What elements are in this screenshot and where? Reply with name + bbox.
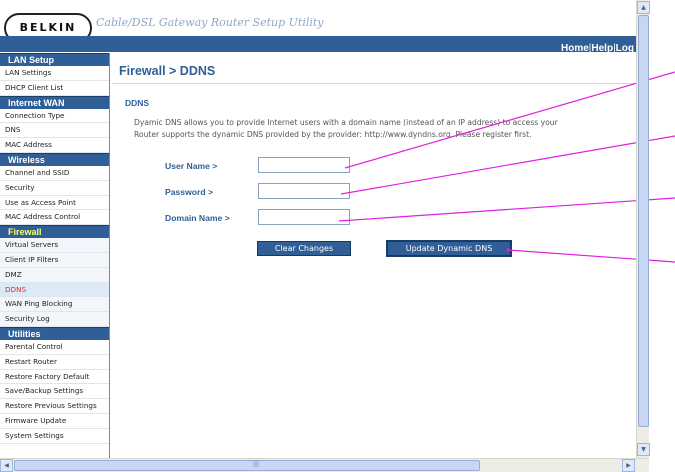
sidebar-item-restore-previous-settings[interactable]: Restore Previous Settings [0, 399, 109, 414]
horizontal-scroll-thumb[interactable] [14, 460, 480, 471]
scroll-up-arrow-icon[interactable]: ▲ [637, 1, 650, 14]
scroll-left-arrow-icon[interactable]: ◀ [0, 459, 13, 472]
scroll-down-arrow-icon[interactable]: ▼ [637, 443, 650, 456]
description-line: Dyamic DNS allows you to provide Interne… [134, 118, 558, 127]
section-heading: DDNS [125, 98, 150, 108]
sidebar-section-internet-wan[interactable]: Internet WAN [0, 95, 109, 109]
sidebar-item-firmware-update[interactable]: Firmware Update [0, 414, 109, 429]
password-input[interactable] [258, 183, 350, 199]
password-label: Password > [165, 187, 214, 197]
sidebar-item-system-settings[interactable]: System Settings [0, 429, 109, 444]
sidebar-item-ddns[interactable]: DDNS [0, 282, 109, 298]
vertical-scrollbar[interactable]: ▲ ▼ [636, 0, 650, 458]
sidebar: LAN Setup LAN Settings DHCP Client List … [0, 53, 110, 458]
sidebar-item-save-backup-settings[interactable]: Save/Backup Settings [0, 384, 109, 400]
sidebar-item-dmz[interactable]: DMZ [0, 267, 109, 283]
main-content: Firewall > DDNS DDNS Dyamic DNS allows y… [112, 53, 636, 458]
horizontal-scrollbar[interactable]: ◀ ||| ▶ [0, 458, 649, 472]
description-line: Router supports the dynamic DNS provided… [134, 129, 532, 139]
sidebar-item-mac-address-control[interactable]: MAC Address Control [0, 210, 109, 226]
page-title: Firewall > DDNS [119, 64, 216, 78]
username-input[interactable] [258, 157, 350, 173]
clear-changes-button[interactable]: Clear Changes [257, 241, 351, 256]
domain-name-label: Domain Name > [165, 213, 230, 223]
sidebar-item-connection-type[interactable]: Connection Type [0, 109, 109, 124]
sidebar-item-lan-settings[interactable]: LAN Settings [0, 66, 109, 81]
sidebar-section-lan-setup[interactable]: LAN Setup [0, 53, 109, 66]
sidebar-item-dns[interactable]: DNS [0, 123, 109, 139]
sidebar-item-restore-factory-default[interactable]: Restore Factory Default [0, 370, 109, 385]
domain-name-input[interactable] [258, 209, 350, 225]
sidebar-section-utilities[interactable]: Utilities [0, 326, 109, 340]
sidebar-item-security-log[interactable]: Security Log [0, 312, 109, 327]
sidebar-item-use-as-access-point[interactable]: Use as Access Point [0, 196, 109, 211]
vertical-scroll-thumb[interactable] [638, 15, 649, 427]
sidebar-item-wan-ping-blocking[interactable]: WAN Ping Blocking [0, 297, 109, 313]
app-title: Cable/DSL Gateway Router Setup Utility [96, 16, 324, 29]
ddns-description: Dyamic DNS allows you to provide Interne… [134, 117, 636, 140]
scroll-right-arrow-icon[interactable]: ▶ [622, 459, 635, 472]
sidebar-item-channel-and-ssid[interactable]: Channel and SSID [0, 166, 109, 181]
sidebar-item-restart-router[interactable]: Restart Router [0, 355, 109, 370]
username-label: User Name > [165, 161, 218, 171]
sidebar-section-firewall[interactable]: Firewall [0, 225, 109, 239]
app-header: BELKIN Cable/DSL Gateway Router Setup Ut… [0, 0, 636, 54]
sidebar-item-dhcp-client-list[interactable]: DHCP Client List [0, 81, 109, 96]
scroll-grip-icon: ||| [253, 461, 260, 468]
sidebar-item-security[interactable]: Security [0, 181, 109, 196]
title-divider [112, 83, 636, 84]
sidebar-item-mac-address[interactable]: MAC Address [0, 138, 109, 153]
sidebar-item-virtual-servers[interactable]: Virtual Servers [0, 238, 109, 253]
sidebar-section-wireless[interactable]: Wireless [0, 152, 109, 166]
update-dynamic-dns-button[interactable]: Update Dynamic DNS [386, 240, 512, 257]
sidebar-item-parental-control[interactable]: Parental Control [0, 340, 109, 355]
top-nav: Home|Help|Log [0, 36, 636, 54]
sidebar-item-client-ip-filters[interactable]: Client IP Filters [0, 252, 109, 268]
